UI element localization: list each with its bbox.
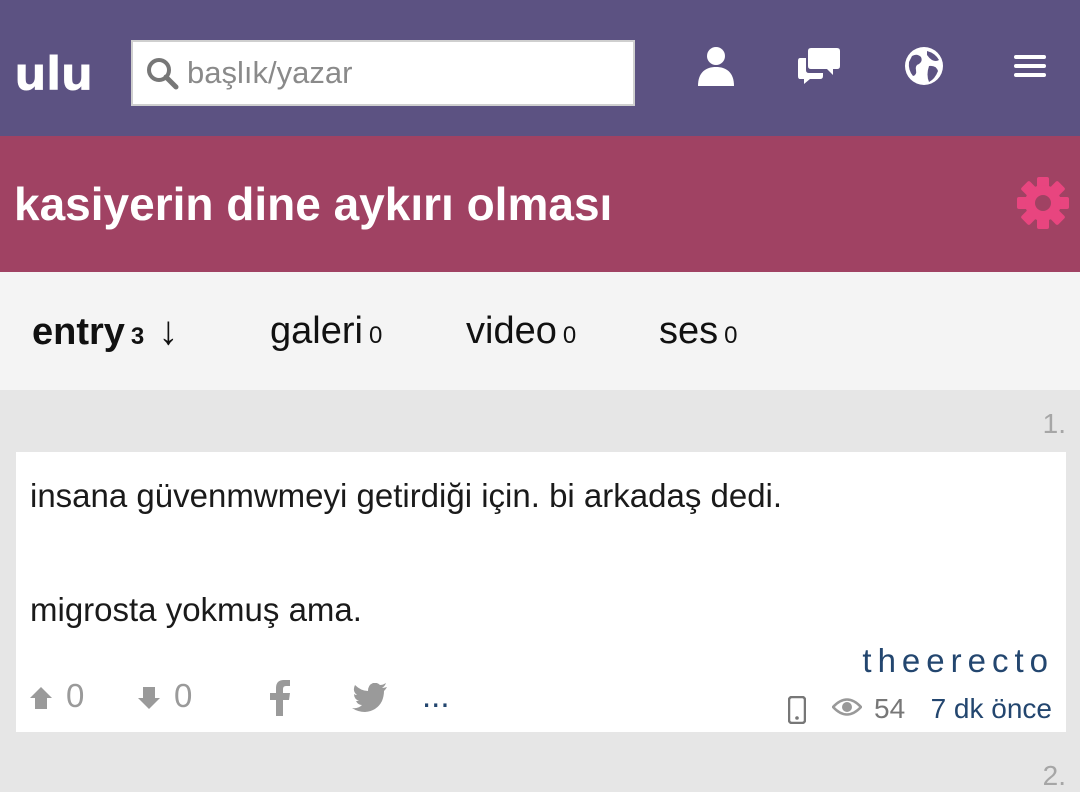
mobile-icon (788, 696, 806, 724)
tab-video[interactable]: video 0 (466, 272, 576, 390)
entry-text-line: migrosta yokmuş ama. (30, 591, 362, 628)
more-options-button[interactable]: ... (422, 674, 450, 718)
tab-label: entry (32, 311, 125, 353)
search-box[interactable] (131, 40, 635, 106)
messages-icon[interactable] (797, 44, 841, 88)
entry-text-line: insana güvenmwmeyi getirdiği için. bi ar… (30, 477, 783, 514)
tab-entry[interactable]: entry 3 ↓ (32, 272, 178, 390)
eye-icon (832, 698, 862, 716)
topic-title[interactable]: kasiyerin dine aykırı olması (14, 136, 612, 272)
upvote-count: 0 (66, 677, 85, 714)
topic-header: kasiyerin dine aykırı olması (0, 136, 1080, 272)
tab-label: ses (659, 310, 719, 352)
search-icon (147, 58, 179, 90)
view-count: 54 (874, 693, 906, 724)
menu-icon[interactable] (1008, 44, 1052, 88)
tab-count: 3 (130, 323, 145, 350)
tab-bar: entry 3 ↓ galeri 0 video 0 ses 0 (0, 272, 1080, 390)
twitter-icon (352, 683, 387, 713)
logo[interactable]: ulu (14, 46, 93, 102)
share-facebook-button[interactable] (268, 674, 292, 718)
author-link[interactable]: theerecto (862, 642, 1054, 680)
tab-count: 0 (724, 322, 738, 349)
tab-ses[interactable]: ses 0 (659, 272, 738, 390)
entry-timestamp[interactable]: 7 dk önce (931, 692, 1052, 726)
tab-count: 0 (562, 322, 577, 349)
downvote-count: 0 (174, 677, 193, 714)
downvote-button[interactable]: 0 (136, 674, 192, 718)
tab-label: galeri (270, 310, 363, 352)
globe-icon[interactable] (902, 44, 946, 88)
downvote-icon (138, 687, 160, 710)
entry-number[interactable]: 1. (1043, 408, 1066, 440)
upvote-icon (30, 687, 52, 710)
gear-icon[interactable] (1016, 176, 1070, 230)
facebook-icon (270, 680, 290, 717)
user-icon[interactable] (694, 44, 738, 88)
search-input[interactable] (187, 42, 617, 104)
tab-galeri[interactable]: galeri 0 (270, 272, 382, 390)
entry-number[interactable]: 2. (1043, 760, 1066, 792)
sort-arrow-icon[interactable]: ↓ (158, 309, 178, 353)
share-twitter-button[interactable] (352, 674, 388, 718)
tab-count: 0 (368, 322, 383, 349)
top-bar: ulu (0, 0, 1080, 136)
upvote-button[interactable]: 0 (28, 674, 84, 718)
tab-label: video (466, 310, 557, 352)
entry-card: insana güvenmwmeyi getirdiği için. bi ar… (16, 452, 1066, 732)
